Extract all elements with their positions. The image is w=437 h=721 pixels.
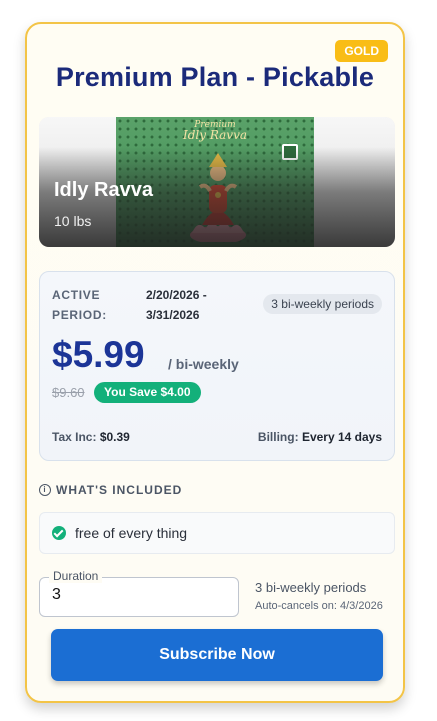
feature-item: free of every thing: [39, 512, 395, 554]
billing-info: Billing: Every 14 days: [258, 430, 382, 444]
plan-title: Premium Plan - Pickable: [55, 62, 375, 92]
periods-chip: 3 bi-weekly periods: [263, 294, 382, 314]
product-name: Idly Ravva: [54, 179, 153, 201]
tax-label: Tax Inc:: [52, 430, 97, 444]
original-price: $9.60: [52, 385, 85, 400]
plan-card: GOLD Premium Plan - Pickable Premium Idl…: [25, 22, 405, 703]
tax-value: $0.39: [99, 430, 130, 444]
duration-field[interactable]: Duration: [39, 569, 239, 617]
check-circle-icon: [52, 526, 66, 540]
duration-input[interactable]: [52, 586, 222, 604]
billing-value: Every 14 days: [301, 430, 382, 444]
active-period-label: ACTIVE PERIOD:: [52, 288, 107, 322]
subscribe-button[interactable]: Subscribe Now: [51, 629, 383, 681]
billing-label: Billing:: [257, 430, 299, 444]
price-frequency: / bi-weekly: [168, 356, 239, 372]
info-icon: i: [39, 484, 51, 496]
bag-name-text: Idly Ravva: [182, 128, 248, 142]
whats-included-label: WHAT'S INCLUDED: [56, 483, 183, 497]
tax-info: Tax Inc: $0.39: [52, 430, 130, 444]
duration-label: Duration: [49, 569, 103, 583]
auto-cancel-date: Auto-cancels on: 4/3/2026: [255, 600, 383, 612]
feature-text: free of every thing: [75, 525, 188, 541]
tier-badge: GOLD: [335, 40, 388, 62]
price: $5.99: [52, 334, 145, 375]
active-period-dates: 2/20/2026 - 3/31/2026: [146, 288, 207, 322]
duration-periods: 3 bi-weekly periods: [255, 580, 367, 595]
product-image: Premium Idly Ravva Idly Ravva 10 lbs: [39, 117, 395, 247]
pricing-box: ACTIVE PERIOD: 2/20/2026 - 3/31/2026 3 b…: [39, 271, 395, 461]
savings-badge: You Save $4.00: [94, 382, 201, 403]
product-size: 10 lbs: [54, 213, 92, 229]
whats-included-heading: i WHAT'S INCLUDED: [39, 483, 182, 497]
